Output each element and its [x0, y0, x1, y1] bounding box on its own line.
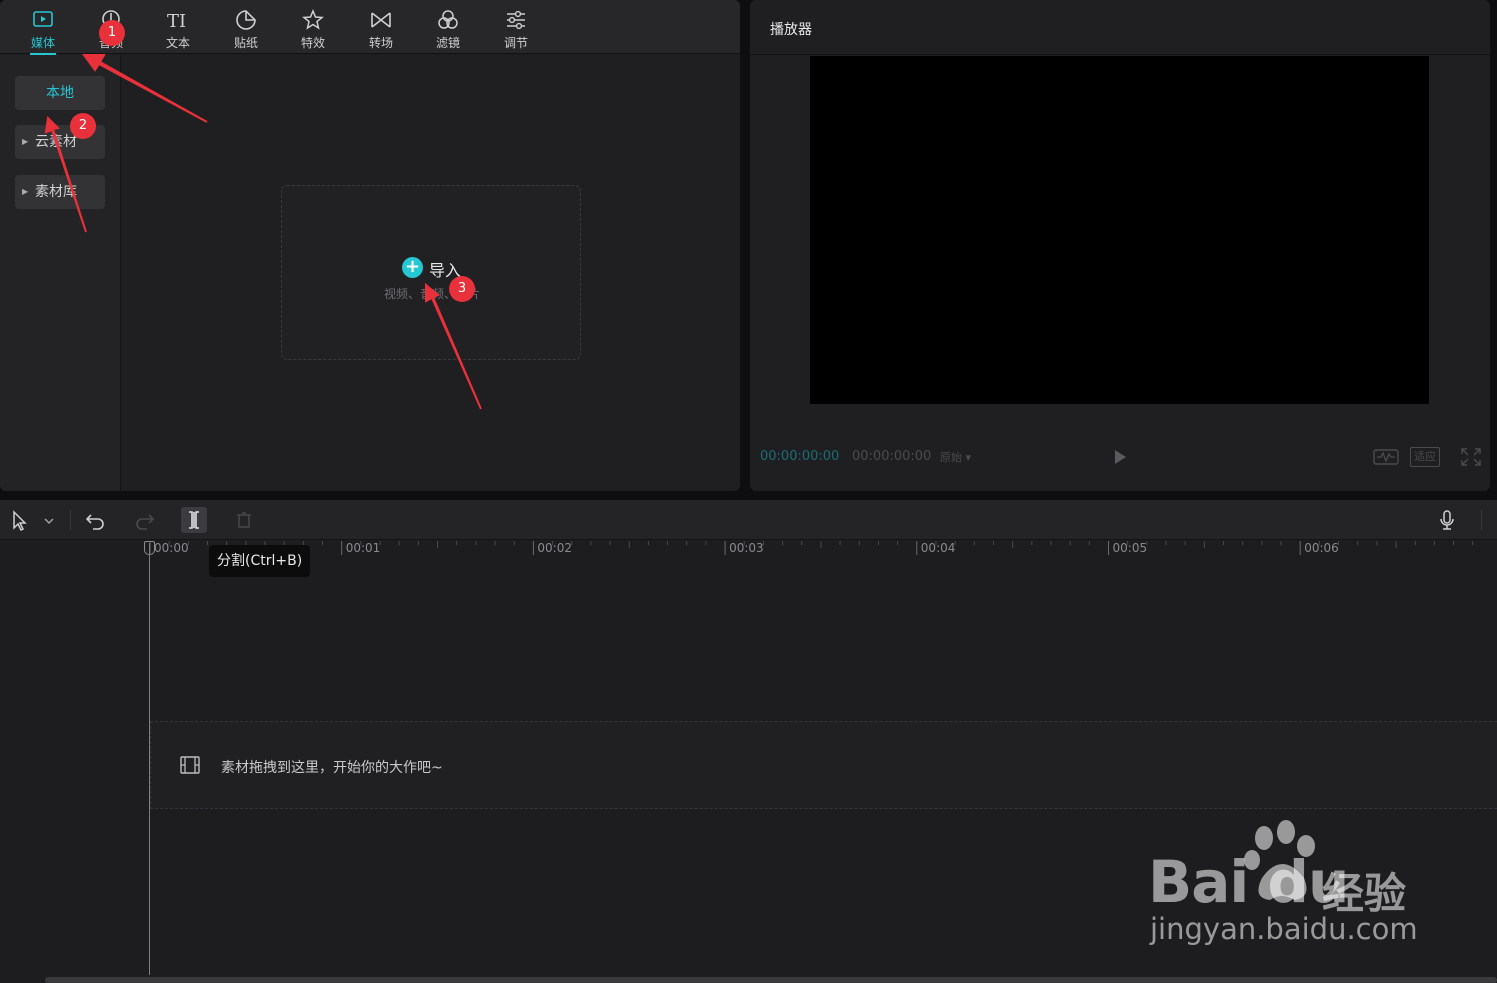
chevron-down-icon: ▾ [965, 451, 972, 464]
annotation-badge-2: 2 [70, 113, 96, 139]
sidebar-item-local[interactable]: 本地 [15, 76, 105, 110]
preview-screen [810, 56, 1429, 404]
select-tool-button[interactable] [6, 507, 32, 533]
player-header: 播放器 [750, 0, 1490, 55]
adjust-icon [507, 10, 525, 30]
tab-text[interactable]: TI 文本 [151, 4, 205, 52]
split-tooltip: 分割(Ctrl+B) [209, 545, 311, 577]
baidu-watermark: Bai du 经验 jingyan.baidu.com [1148, 820, 1448, 960]
import-subtitle: 视频、音频、图片 [383, 287, 480, 301]
ruler-tick-label: 00:02 [537, 541, 572, 555]
tab-effects[interactable]: 特效 [286, 4, 340, 52]
sidebar-item-label: 素材库 [35, 184, 77, 200]
select-mode-dropdown[interactable] [36, 507, 58, 533]
ruler-tick-label: 00:01 [345, 541, 381, 555]
tab-media[interactable]: 媒体 [16, 4, 70, 55]
player-controls: 00:00:00:00 00:00:00:00 原始 ▾ 适应 [750, 440, 1490, 474]
tab-transition[interactable]: 转场 [354, 4, 408, 52]
tab-label: 文本 [165, 36, 190, 50]
annotation-badge-3: 3 [449, 276, 475, 302]
tab-label: 媒体 [30, 36, 55, 50]
undo-icon [85, 514, 104, 530]
media-icon [33, 11, 53, 27]
timeline-toolbar [0, 500, 1497, 540]
media-panel: 媒体 音频 TI 文本 贴纸 特效 转场 滤镜 调节 [0, 0, 740, 491]
play-icon[interactable] [1112, 449, 1128, 465]
caret-right-icon: ▶ [22, 187, 29, 196]
ruler-tick-label: 00:04 [920, 541, 956, 555]
split-icon [189, 511, 199, 529]
tab-label: 转场 [368, 36, 393, 50]
drop-hint: 素材拖拽到这里，开始你的大作吧~ [221, 760, 443, 776]
tab-label: 调节 [503, 36, 528, 50]
total-timecode: 00:00:00:00 [852, 449, 932, 464]
watermark-brand: Bai du [1148, 848, 1349, 916]
tab-label: 特效 [300, 36, 325, 50]
tab-adjust[interactable]: 调节 [489, 4, 543, 52]
ruler-tick-label: 00:06 [1304, 541, 1339, 555]
transition-icon [371, 12, 391, 28]
import-dropzone[interactable]: + 导入 视频、音频、图片 [281, 185, 581, 360]
toolbar-divider [70, 510, 71, 530]
annotation-badge-1: 1 [99, 20, 125, 46]
delete-button[interactable] [231, 507, 257, 533]
tab-sticker[interactable]: 贴纸 [219, 4, 273, 52]
ruler-tick-label: 00:00 [154, 541, 189, 555]
ruler-tick-label: 00:05 [1112, 541, 1148, 555]
current-timecode: 00:00:00:00 [760, 449, 840, 464]
record-audio-button[interactable] [1434, 507, 1460, 533]
chevron-down-icon [44, 518, 54, 525]
horizontal-scrollbar[interactable] [45, 977, 1497, 983]
plus-icon: + [402, 257, 423, 278]
split-button[interactable] [181, 507, 207, 533]
media-sidebar: 本地 ▶ 云素材 ▶ 素材库 [0, 55, 121, 491]
track-drop-zone[interactable]: 素材拖拽到这里，开始你的大作吧~ [150, 721, 1497, 809]
undo-button[interactable] [82, 507, 108, 533]
waveform-icon[interactable] [1373, 447, 1399, 467]
caret-right-icon: ▶ [22, 137, 29, 146]
text-icon: TI [167, 11, 186, 32]
microphone-icon [1440, 510, 1454, 530]
trash-icon [237, 512, 251, 528]
watermark-url: jingyan.baidu.com [1150, 912, 1418, 946]
player-panel: 播放器 00:00:00:00 00:00:00:00 原始 ▾ 适应 [750, 0, 1490, 491]
film-icon [180, 756, 200, 774]
effects-icon [302, 9, 324, 30]
sidebar-item-library[interactable]: ▶ 素材库 [15, 175, 105, 209]
fullscreen-icon[interactable] [1460, 447, 1482, 467]
tab-label: 贴纸 [233, 36, 258, 50]
ratio-value: 原始 [940, 451, 962, 464]
tab-label: 滤镜 [435, 36, 460, 50]
tab-filter[interactable]: 滤镜 [421, 4, 475, 52]
filter-icon [438, 10, 458, 29]
ruler-tick-label: 00:03 [729, 541, 764, 555]
ratio-select[interactable]: 原始 ▾ [940, 449, 971, 465]
svg-text:TI: TI [167, 11, 186, 32]
cursor-icon [13, 510, 27, 532]
sticker-icon [236, 10, 256, 30]
redo-icon [136, 514, 155, 530]
player-title: 播放器 [770, 22, 812, 38]
toolbar-divider [1481, 510, 1482, 530]
redo-button[interactable] [132, 507, 158, 533]
fit-button[interactable]: 适应 [1410, 447, 1440, 467]
